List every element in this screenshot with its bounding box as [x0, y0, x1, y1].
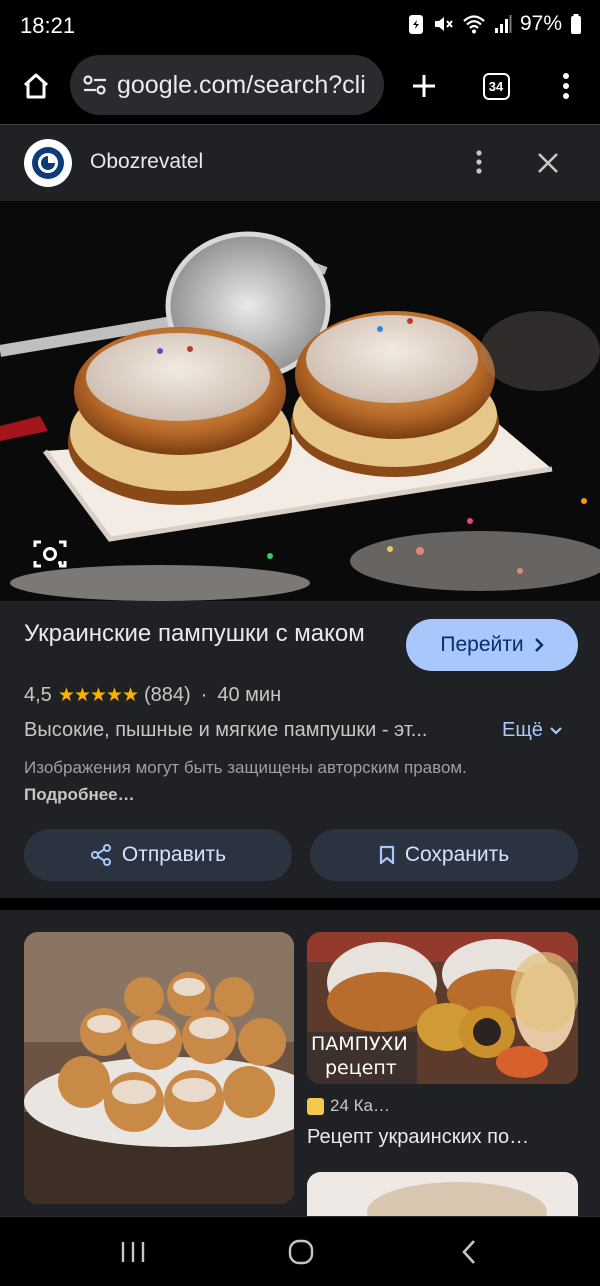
lens-search-button[interactable] — [32, 538, 68, 570]
browser-toolbar: google.com/search?cli 34 — [0, 52, 600, 124]
signal-icon — [494, 13, 512, 35]
copyright-text: Изображения могут быть защищены авторски… — [24, 758, 467, 777]
result-3-photo — [307, 1172, 578, 1216]
lens-icon — [33, 540, 67, 568]
copyright-notice: Изображения могут быть защищены авторски… — [24, 754, 494, 808]
recents-icon — [121, 1242, 145, 1262]
home-circle-icon — [288, 1239, 314, 1265]
result-2-source[interactable]: 24 Ка… — [307, 1096, 390, 1116]
panel-header: Obozrevatel — [0, 125, 600, 201]
thumbnail-caption-title: ПАМПУХИ — [311, 1033, 408, 1055]
wifi-icon — [462, 13, 486, 35]
recipe-description: Высокие, пышные и мягкие пампушки - эт..… — [24, 719, 428, 741]
expand-description-link[interactable]: Ещё — [502, 719, 563, 742]
source-name[interactable]: Obozrevatel — [90, 150, 203, 174]
separator: · — [200, 684, 208, 706]
panel-more-button[interactable] — [462, 145, 496, 179]
result-image-3[interactable] — [307, 1172, 578, 1216]
tab-count: 34 — [488, 78, 504, 94]
home-icon — [23, 73, 49, 99]
review-count: (884) — [143, 684, 191, 706]
url-text[interactable]: google.com/search?cli — [117, 71, 375, 100]
close-icon — [538, 153, 558, 173]
new-tab-button[interactable] — [402, 64, 446, 108]
site-favicon-icon — [307, 1097, 324, 1115]
status-time: 18:21 — [20, 13, 76, 38]
chevron-right-icon — [534, 638, 544, 652]
thumbnail-caption-sub: рецепт — [325, 1057, 397, 1079]
share-icon — [90, 844, 111, 866]
go-to-site-button[interactable]: Перейти — [406, 619, 578, 671]
recents-button[interactable] — [110, 1235, 156, 1269]
status-bar: 18:21 97% — [0, 0, 600, 52]
donut-plate-photo — [24, 932, 294, 1204]
back-icon — [462, 1240, 475, 1264]
bookmark-icon — [379, 845, 394, 865]
data-saver-icon — [408, 13, 424, 35]
share-button[interactable]: Отправить — [24, 829, 292, 881]
status-icons: 97% — [408, 12, 582, 36]
plus-icon — [413, 75, 435, 97]
related-results: ПАМПУХИ рецепт 24 Ка… Рецепт украинских … — [0, 910, 600, 1216]
share-button-label: Отправить — [121, 843, 227, 866]
site-settings-icon[interactable] — [82, 73, 108, 97]
rating-value: 4,5 — [24, 684, 52, 706]
result-image-2[interactable]: ПАМПУХИ рецепт — [307, 932, 578, 1084]
tab-switcher-button[interactable]: 34 — [474, 64, 518, 108]
system-navigation-bar — [0, 1216, 600, 1286]
battery-percent: 97% — [519, 12, 562, 35]
hero-image[interactable] — [0, 201, 600, 601]
system-home-button[interactable] — [278, 1235, 324, 1269]
home-button[interactable] — [14, 64, 58, 108]
save-button[interactable]: Сохранить — [310, 829, 578, 881]
browser-menu-button[interactable] — [544, 64, 588, 108]
address-bar[interactable]: google.com/search?cli — [70, 55, 384, 115]
star-rating-icon: ★★★★★ — [57, 685, 139, 706]
recipe-title[interactable]: Украинские пампушки с маком — [24, 619, 384, 648]
panel-close-button[interactable] — [530, 145, 566, 181]
battery-icon — [570, 13, 582, 35]
learn-more-link[interactable]: Подробнее… — [24, 785, 135, 804]
obozrevatel-logo-icon — [32, 147, 64, 179]
result-2-title[interactable]: Рецепт украинских по… — [307, 1126, 529, 1149]
system-back-button[interactable] — [446, 1235, 492, 1269]
result-2-source-name: 24 Ка… — [330, 1096, 390, 1115]
pampukhy-video-thumbnail: ПАМПУХИ рецепт — [307, 932, 578, 1084]
chevron-down-icon — [550, 726, 562, 735]
tabs-icon: 34 — [482, 72, 510, 100]
source-logo[interactable] — [24, 139, 72, 187]
mute-icon — [432, 13, 454, 35]
rating-row: 4,5 ★★★★★ (884) · 40 мин — [24, 684, 281, 707]
more-vert-icon — [563, 73, 569, 99]
more-link-label: Ещё — [502, 719, 543, 741]
result-image-1[interactable] — [24, 932, 294, 1204]
more-vert-icon — [476, 150, 482, 174]
image-preview-panel: Obozrevatel Украинские пампушки с маком … — [0, 124, 600, 898]
go-button-label: Перейти — [440, 633, 524, 656]
save-button-label: Сохранить — [404, 843, 510, 866]
cook-time: 40 мин — [217, 684, 282, 706]
donuts-photo — [0, 201, 600, 601]
